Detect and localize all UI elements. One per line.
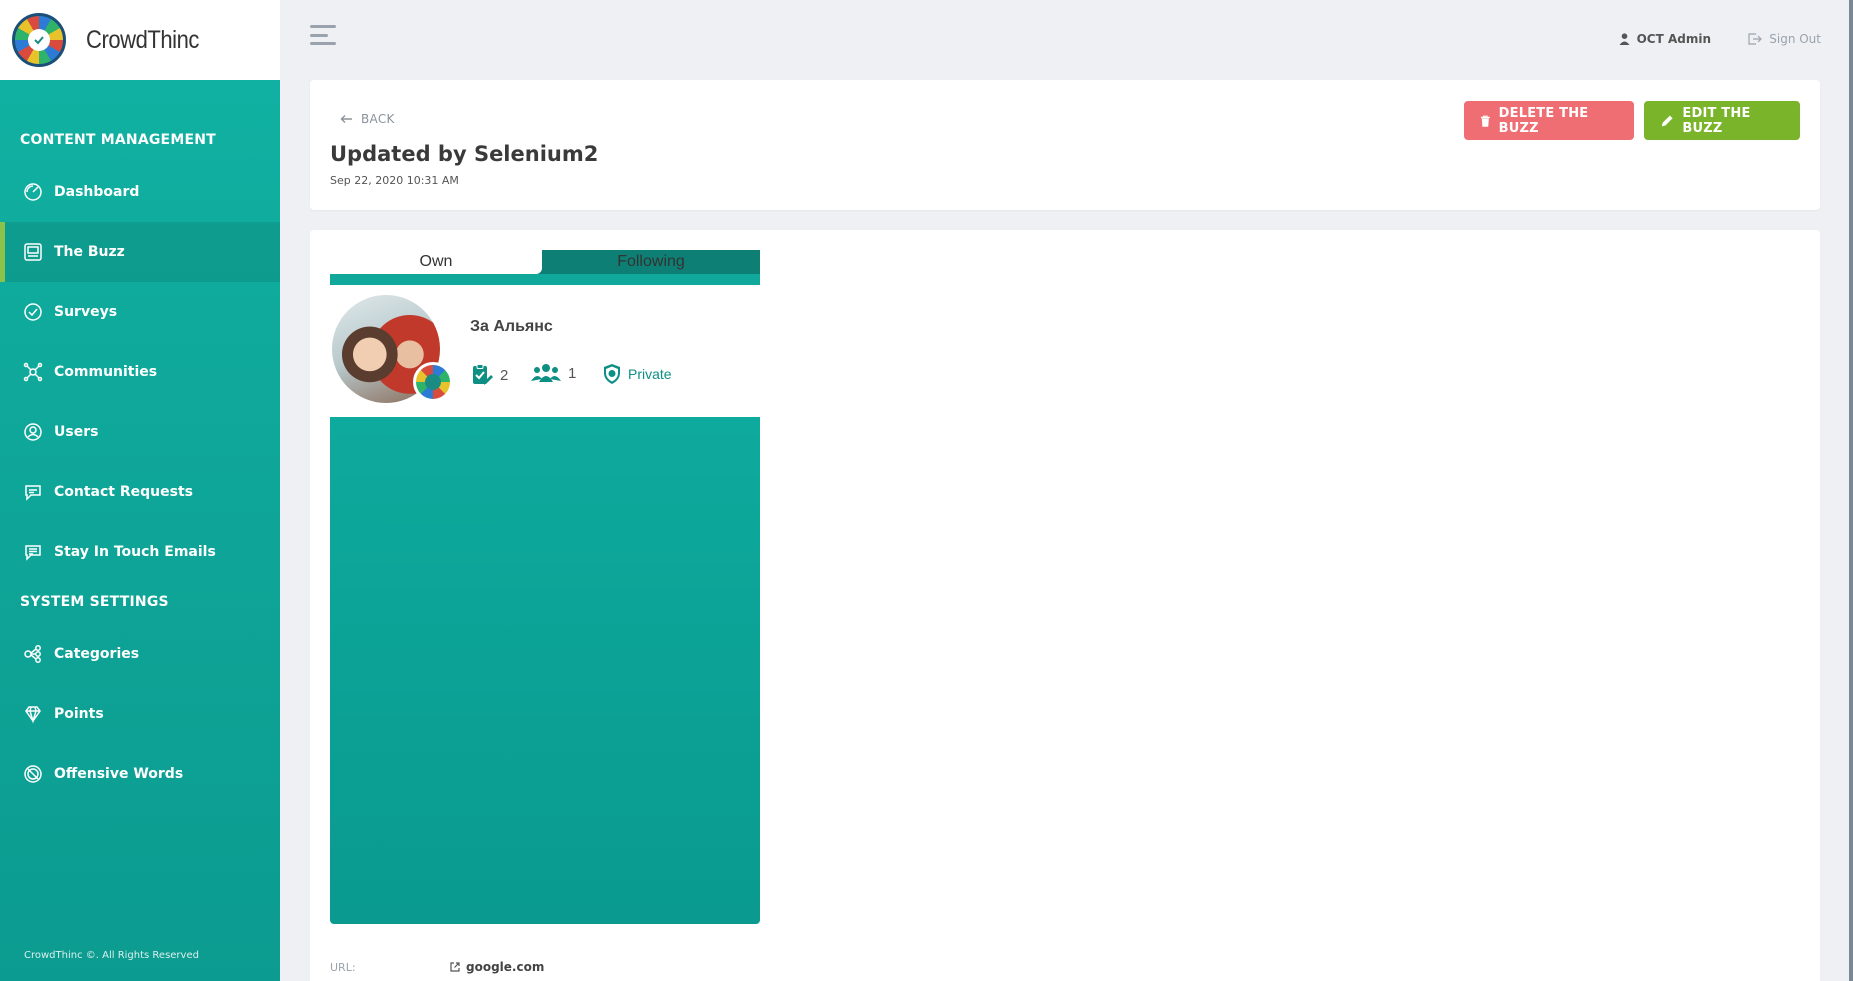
sidebar-item-contact-requests[interactable]: Contact Requests [0, 462, 280, 522]
tab-own[interactable]: Own [330, 250, 542, 274]
dashboard-icon [22, 181, 44, 203]
shield-icon [604, 364, 620, 384]
sidebar-item-stay-in-touch-emails[interactable]: Stay In Touch Emails [0, 522, 280, 582]
surveys-stat: 2 [470, 363, 508, 387]
privacy-stat: Private [602, 363, 672, 385]
crowdthinc-logo-icon [12, 13, 66, 67]
sidebar-item-label: Offensive Words [54, 766, 184, 782]
sidebar-item-dashboard[interactable]: Dashboard [0, 162, 280, 222]
sidebar-item-the-buzz[interactable]: The Buzz [0, 222, 280, 282]
emails-icon [22, 541, 44, 563]
tab-strip [330, 274, 760, 285]
edit-buzz-label: EDIT THE BUZZ [1682, 105, 1751, 136]
delete-buzz-button[interactable]: DELETE THE BUZZ [1464, 101, 1634, 140]
offensive-words-icon [22, 763, 44, 785]
back-label: BACK [361, 112, 395, 126]
buzz-preview-card: Following Own За Альянс 2 1 Private URL: [310, 230, 1820, 981]
sidebar-item-label: Surveys [54, 304, 118, 320]
sidebar: CrowdThinc CONTENT MANAGEMENT Dashboard … [0, 0, 280, 981]
back-link[interactable]: BACK [340, 112, 395, 126]
delete-buzz-label: DELETE THE BUZZ [1498, 105, 1589, 136]
community-name: За Альянс [470, 318, 553, 335]
buzz-icon [22, 241, 44, 263]
contact-requests-icon [22, 481, 44, 503]
sign-out-label: Sign Out [1769, 32, 1821, 46]
sidebar-item-categories[interactable]: Categories [0, 624, 280, 684]
url-value: google.com [466, 960, 545, 974]
user-name: OCT Admin [1636, 32, 1711, 46]
sidebar-item-label: Dashboard [54, 184, 140, 200]
menu-toggle-icon[interactable] [310, 25, 336, 45]
sidebar-item-label: Stay In Touch Emails [54, 544, 216, 560]
section-content-management: CONTENT MANAGEMENT [20, 132, 216, 148]
brand-header[interactable]: CrowdThinc [0, 0, 280, 80]
sidebar-item-label: The Buzz [54, 244, 125, 260]
sidebar-item-surveys[interactable]: Surveys [0, 282, 280, 342]
arrow-left-icon [340, 115, 352, 123]
users-icon [22, 421, 44, 443]
page-scrollbar[interactable] [1849, 0, 1853, 981]
mobile-preview: Following Own За Альянс 2 1 Private [330, 250, 760, 924]
user-menu[interactable]: OCT Admin [1619, 32, 1711, 46]
surveys-icon [22, 301, 44, 323]
members-count: 1 [568, 364, 577, 382]
sidebar-item-points[interactable]: Points [0, 684, 280, 744]
buzz-date: Sep 22, 2020 10:31 AM [330, 174, 459, 187]
url-label: URL: [330, 961, 356, 974]
sign-out-icon [1748, 33, 1763, 45]
crowdthinc-badge-icon [413, 362, 453, 402]
trash-icon [1480, 115, 1490, 127]
sign-out-button[interactable]: Sign Out [1748, 32, 1821, 46]
section-system-settings: SYSTEM SETTINGS [20, 594, 169, 610]
sidebar-item-communities[interactable]: Communities [0, 342, 280, 402]
pencil-icon [1661, 115, 1673, 126]
clipboard-check-icon [473, 364, 493, 385]
privacy-label: Private [628, 366, 672, 382]
members-stat: 1 [530, 363, 576, 383]
brand-name: CrowdThinc [86, 25, 199, 54]
sidebar-item-label: Points [54, 706, 104, 722]
preview-tabs: Following Own [330, 250, 760, 285]
group-icon [531, 364, 561, 382]
sidebar-footer: CrowdThinc ©. All Rights Reserved [24, 950, 199, 961]
sidebar-item-label: Users [54, 424, 99, 440]
page-title: Updated by Selenium2 [330, 142, 599, 166]
sidebar-item-users[interactable]: Users [0, 402, 280, 462]
buzz-header-card: BACK Updated by Selenium2 Sep 22, 2020 1… [310, 80, 1820, 210]
tab-following[interactable]: Following [542, 250, 760, 274]
sidebar-item-label: Communities [54, 364, 158, 380]
sidebar-item-label: Contact Requests [54, 484, 193, 500]
external-link-icon [450, 962, 460, 972]
url-link[interactable]: google.com [450, 960, 544, 974]
user-icon [1619, 33, 1630, 45]
community-card: За Альянс 2 1 Private [330, 285, 760, 417]
edit-buzz-button[interactable]: EDIT THE BUZZ [1644, 101, 1800, 140]
diamond-icon [22, 703, 44, 725]
surveys-count: 2 [500, 366, 509, 384]
sidebar-item-label: Categories [54, 646, 140, 662]
categories-icon [22, 643, 44, 665]
preview-feed-area [330, 417, 760, 924]
sidebar-item-offensive-words[interactable]: Offensive Words [0, 744, 280, 804]
communities-icon [22, 361, 44, 383]
